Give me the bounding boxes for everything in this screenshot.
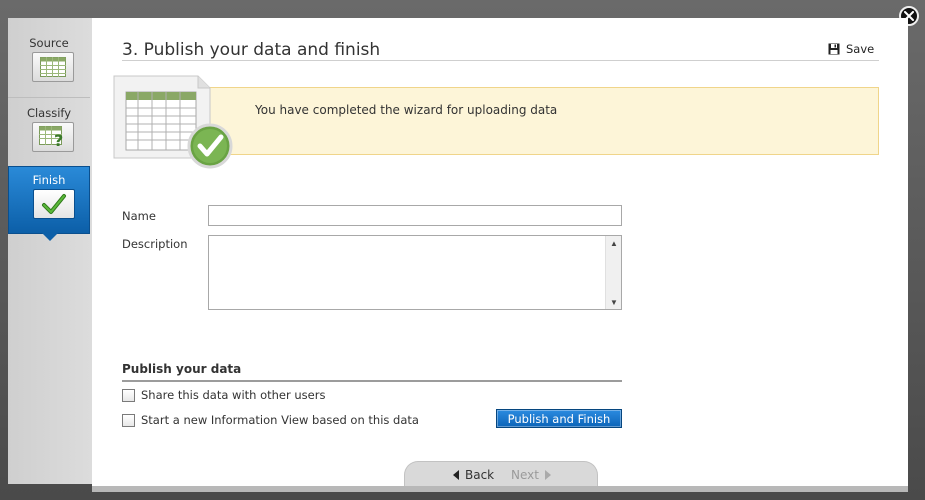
name-label: Name <box>122 209 156 223</box>
description-label: Description <box>122 237 188 251</box>
description-input[interactable] <box>209 236 605 309</box>
next-arrow-icon <box>544 470 551 480</box>
active-step-pointer <box>42 233 58 241</box>
new-view-checkbox[interactable] <box>122 413 135 427</box>
publish-and-finish-button[interactable]: Publish and Finish <box>496 409 622 428</box>
completion-message: You have completed the wizard for upload… <box>255 103 558 117</box>
share-option[interactable]: Share this data with other users <box>122 388 325 402</box>
table-question-icon: ? <box>32 122 74 152</box>
page-title: 3. Publish your data and finish <box>122 40 381 60</box>
share-checkbox-label: Share this data with other users <box>141 388 326 402</box>
panel-bottom-edge <box>92 486 908 492</box>
back-arrow-icon <box>453 470 459 480</box>
scroll-down-arrow-icon[interactable]: ▼ <box>606 295 622 309</box>
table-icon <box>32 52 74 82</box>
scroll-up-arrow-icon[interactable]: ▲ <box>606 236 622 250</box>
title-divider <box>122 60 879 61</box>
publish-section-divider <box>122 380 622 382</box>
save-label: Save <box>846 42 875 56</box>
floppy-disk-icon <box>828 43 840 55</box>
name-input[interactable] <box>208 205 622 226</box>
save-button[interactable]: Save <box>828 41 874 57</box>
back-label: Back <box>465 468 495 482</box>
checkmark-icon <box>33 189 75 219</box>
completion-banner: You have completed the wizard for upload… <box>150 87 879 155</box>
next-button[interactable]: Next <box>511 468 551 482</box>
description-field: ▲ ▼ <box>208 235 622 310</box>
step-classify[interactable]: Classify ? <box>8 100 90 168</box>
svg-text:?: ? <box>54 131 63 148</box>
description-scrollbar[interactable]: ▲ ▼ <box>605 236 621 309</box>
share-checkbox[interactable] <box>122 388 135 402</box>
data-table-complete-icon <box>113 75 233 169</box>
publish-section-title: Publish your data <box>122 362 242 376</box>
step-source[interactable]: Source <box>8 30 90 98</box>
back-button[interactable]: Back <box>453 468 494 482</box>
step-source-label: Source <box>29 36 69 50</box>
new-view-option[interactable]: Start a new Information View based on th… <box>122 413 419 427</box>
wizard-navigation: Back Next <box>404 461 598 489</box>
wizard-content-panel: 3. Publish your data and finish Save You… <box>92 18 908 489</box>
new-view-checkbox-label: Start a new Information View based on th… <box>141 413 419 427</box>
step-finish[interactable]: Finish <box>8 166 90 241</box>
wizard-steps-sidebar: Source Classify ? Finish <box>8 18 92 484</box>
next-label: Next <box>511 468 539 482</box>
step-classify-label: Classify <box>26 106 72 120</box>
step-finish-label: Finish <box>32 173 66 187</box>
